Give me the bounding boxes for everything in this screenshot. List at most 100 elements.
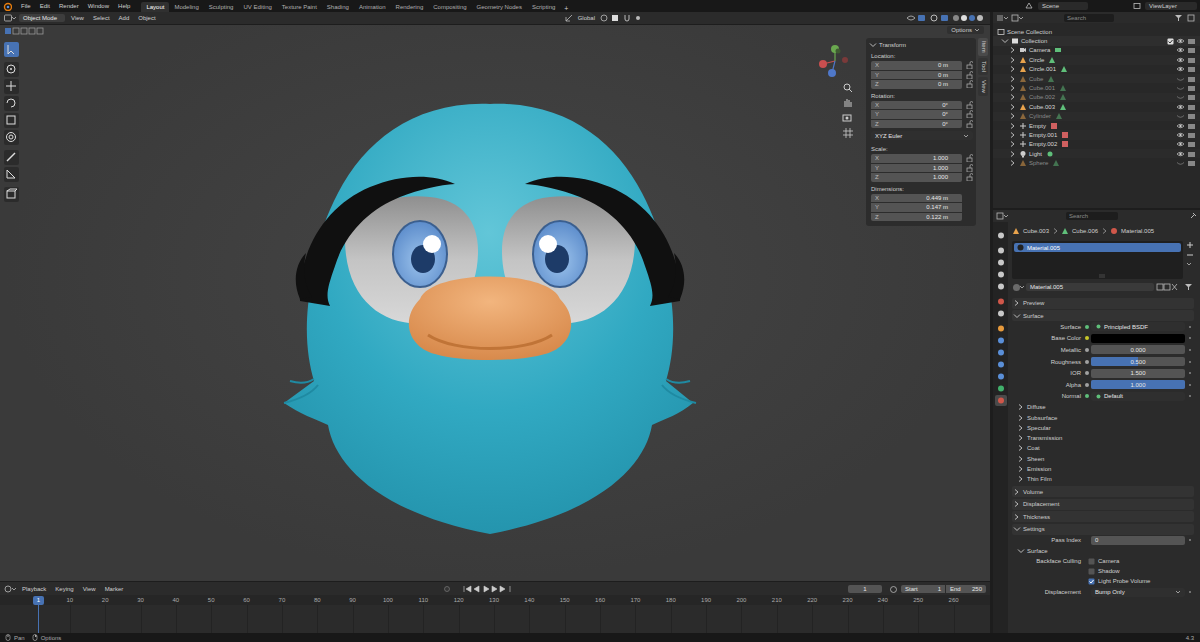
- menu-item[interactable]: Object: [135, 15, 158, 21]
- camera-icon[interactable]: [1187, 112, 1196, 120]
- keyframe-dot-icon[interactable]: [1185, 324, 1194, 330]
- outliner-row[interactable]: Sphere: [993, 158, 1200, 167]
- camera-icon[interactable]: [1187, 122, 1196, 130]
- panel-title[interactable]: Transform: [879, 42, 906, 48]
- row-label[interactable]: Empty.001: [1029, 132, 1057, 138]
- menu-item[interactable]: Help: [114, 3, 134, 9]
- properties-tab-icon[interactable]: [995, 308, 1007, 319]
- remove-slot-icon[interactable]: [1186, 251, 1194, 259]
- eye-icon[interactable]: [1176, 140, 1185, 148]
- workspace-tab[interactable]: Sculpting: [204, 2, 239, 12]
- section-label[interactable]: Diffuse: [1027, 404, 1046, 410]
- menu-item[interactable]: Add: [116, 15, 133, 21]
- eye-icon[interactable]: [1176, 150, 1185, 158]
- menu-item[interactable]: View: [80, 586, 99, 592]
- section-label[interactable]: Thickness: [1023, 514, 1050, 520]
- eye-icon[interactable]: [1176, 131, 1185, 139]
- properties-tab-icon[interactable]: [995, 230, 1007, 241]
- viewport[interactable]: OptionsTransformLocation:X0 mY0 mZ0 mRot…: [0, 25, 990, 581]
- color-field[interactable]: [1091, 334, 1185, 343]
- workspace-tab[interactable]: Rendering: [391, 2, 429, 12]
- lock-icon[interactable]: [965, 101, 973, 109]
- outliner-row[interactable]: Camera: [993, 46, 1200, 55]
- section-label[interactable]: Subsurface: [1027, 415, 1057, 421]
- workspace-label[interactable]: Texture Paint: [282, 4, 317, 10]
- tool-icon[interactable]: [4, 96, 19, 111]
- properties-tab-icon[interactable]: [995, 371, 1007, 382]
- section-header[interactable]: Surface: [1012, 310, 1194, 321]
- timeline-body[interactable]: [0, 605, 990, 633]
- workspace-tab[interactable]: Animation: [354, 2, 391, 12]
- section-label[interactable]: Thin Film: [1027, 476, 1052, 482]
- field-value[interactable]: 1.500: [1130, 370, 1145, 376]
- mode-dropdown[interactable]: Object Mode: [19, 14, 65, 22]
- camera-view-icon[interactable]: [842, 112, 854, 124]
- add-slot-icon[interactable]: [1186, 241, 1194, 249]
- menu-item[interactable]: Window: [84, 3, 113, 9]
- number-field[interactable]: Z0 m: [871, 80, 962, 89]
- clock-icon[interactable]: [4, 585, 16, 593]
- camera-icon[interactable]: [1187, 93, 1196, 101]
- material-browse-icon[interactable]: [1012, 283, 1024, 292]
- camera-icon[interactable]: [1187, 159, 1196, 167]
- lock-icon[interactable]: [965, 120, 973, 128]
- workspace-label[interactable]: Geometry Nodes: [477, 4, 522, 10]
- subsection-header[interactable]: Surface: [1012, 546, 1194, 556]
- outliner-row[interactable]: Scene Collection: [993, 27, 1200, 36]
- outliner-row[interactable]: Cylinder: [993, 112, 1200, 121]
- frame-value[interactable]: 1: [863, 586, 866, 592]
- keyframe-dot-icon[interactable]: [1185, 347, 1194, 353]
- workspace-tab[interactable]: Geometry Nodes: [472, 2, 527, 12]
- slider-field[interactable]: 0.500: [1091, 357, 1185, 366]
- checkbox-icon[interactable]: [1088, 568, 1095, 575]
- menu-item[interactable]: View: [68, 15, 87, 21]
- workspace-label[interactable]: Modeling: [174, 4, 198, 10]
- section-label[interactable]: Surface: [1023, 313, 1044, 319]
- orientation-dropdown[interactable]: Global: [576, 15, 597, 21]
- camera-icon[interactable]: [1187, 140, 1196, 148]
- row-label[interactable]: Scene Collection: [1007, 29, 1052, 35]
- field-value[interactable]: 0.147 m: [926, 204, 958, 210]
- subsection-header[interactable]: Transmission: [1012, 433, 1194, 443]
- keyframe-dot-icon[interactable]: [1185, 335, 1194, 341]
- shader-field[interactable]: Principled BSDF: [1091, 322, 1185, 331]
- camera-icon[interactable]: [1187, 37, 1196, 45]
- number-field[interactable]: Z0°: [871, 120, 962, 129]
- display-mode-icon[interactable]: [1011, 14, 1023, 22]
- menu-item[interactable]: Render: [55, 3, 83, 9]
- properties-search[interactable]: [1066, 212, 1118, 220]
- keyframe-dot-icon[interactable]: [1185, 589, 1194, 595]
- field-value[interactable]: 0.122 m: [926, 214, 958, 220]
- axis-gizmo-icon[interactable]: [818, 44, 852, 78]
- tool-icon[interactable]: [4, 79, 19, 94]
- properties-tab-icon[interactable]: [995, 335, 1007, 346]
- lock-icon[interactable]: [965, 110, 973, 118]
- menu-item[interactable]: Keying: [52, 586, 76, 592]
- section-label[interactable]: Preview: [1023, 300, 1044, 306]
- playhead[interactable]: 1: [33, 596, 44, 605]
- subsection-header[interactable]: Diffuse: [1012, 402, 1194, 412]
- transform-header[interactable]: Transform: [869, 40, 973, 50]
- lock-icon[interactable]: [965, 154, 973, 162]
- row-label[interactable]: Camera: [1029, 47, 1050, 53]
- options-button[interactable]: Options: [947, 26, 984, 34]
- outliner-row[interactable]: Empty: [993, 121, 1200, 130]
- shader-field[interactable]: Default: [1091, 392, 1185, 401]
- view-layer-name[interactable]: ViewLayer: [1149, 3, 1177, 9]
- eye-icon[interactable]: [1176, 159, 1185, 167]
- editor-type-icon[interactable]: [4, 14, 16, 22]
- outliner-editor-icon[interactable]: [996, 14, 1008, 22]
- field-value[interactable]: 250: [972, 586, 982, 592]
- row-label[interactable]: Cube.002: [1029, 94, 1055, 100]
- workspace-label[interactable]: Layout: [146, 4, 164, 10]
- section-label[interactable]: Sheen: [1027, 456, 1044, 462]
- new-collection-icon[interactable]: [1187, 14, 1197, 22]
- field-value[interactable]: Default: [1104, 393, 1181, 399]
- camera-icon[interactable]: [1187, 75, 1196, 83]
- material-name-field[interactable]: Material.005: [1026, 283, 1154, 291]
- camera-icon[interactable]: [1187, 56, 1196, 64]
- field-value[interactable]: 0°: [942, 121, 958, 127]
- section-label[interactable]: Transmission: [1027, 435, 1062, 441]
- frame-ruler[interactable]: 1020304050607080901001101201301401501601…: [0, 595, 990, 605]
- keyframe-dot-icon[interactable]: [1185, 382, 1194, 388]
